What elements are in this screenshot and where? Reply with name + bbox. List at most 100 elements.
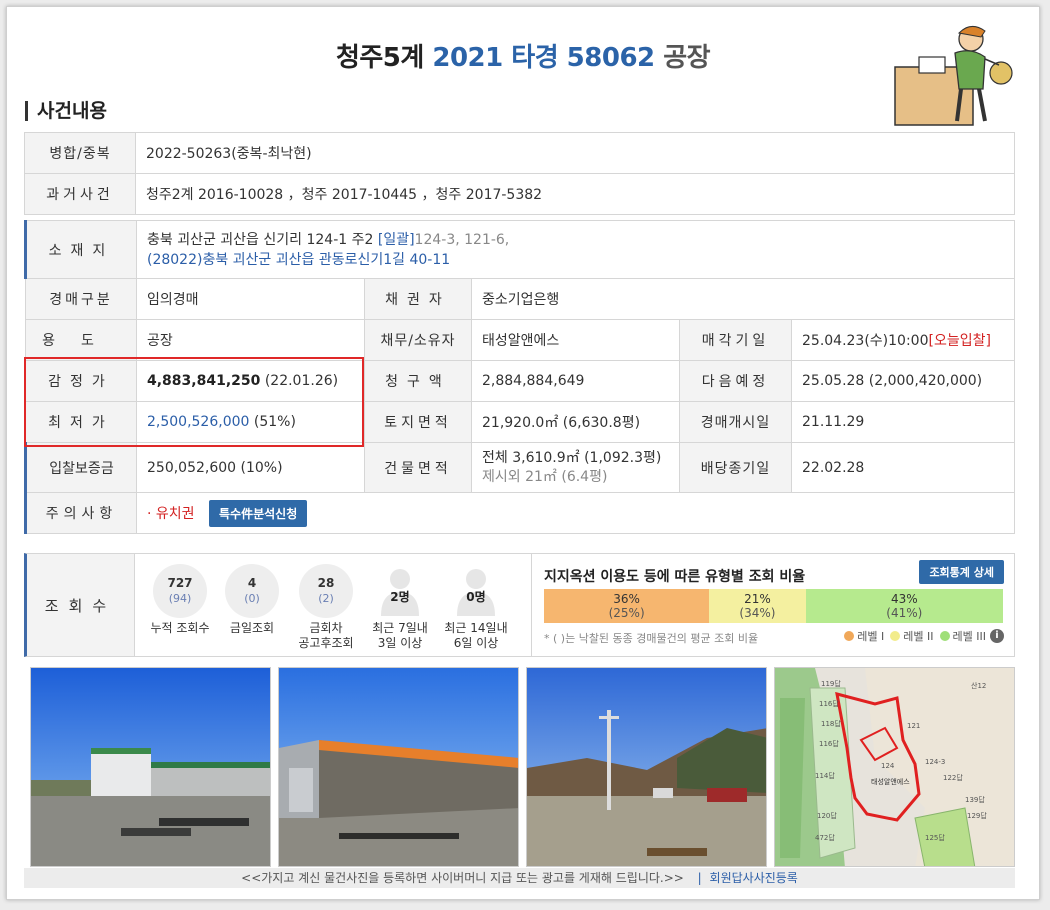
property-map[interactable]: 119답 116답 118답 116답 114답 120답 472답 124 1… bbox=[774, 667, 1015, 867]
dividend-end-label: 배당종기일 bbox=[679, 442, 792, 493]
property-photo-1[interactable] bbox=[30, 667, 271, 867]
court-name: 청주5계 bbox=[335, 43, 424, 73]
land-area-label: 토지면적 bbox=[364, 401, 472, 443]
ratio-bar: 36% (25%) 21% (34%) 43% (41%) bbox=[544, 589, 1003, 623]
map-company-label: 태성알앤에스 bbox=[871, 777, 910, 786]
ratio-segment: 43% (41%) bbox=[805, 589, 1003, 623]
ratio-segment-avg: (34%) bbox=[739, 606, 776, 620]
creditor-label: 채권자 bbox=[364, 278, 472, 320]
ratio-segment-avg: (41%) bbox=[886, 606, 923, 620]
section-title: 사건내용 bbox=[25, 101, 107, 121]
min-price-value: 2,500,526,000 (51%) bbox=[136, 401, 365, 443]
start-date-label: 경매개시일 bbox=[679, 401, 792, 443]
map-lot-label: 122답 bbox=[943, 773, 963, 782]
property-photo-2[interactable] bbox=[278, 667, 519, 867]
stat-7day-users: 2명 최근 7일내 3일 이상 bbox=[365, 564, 435, 651]
claim-value: 2,884,884,649 bbox=[471, 360, 680, 402]
claim-label: 청구액 bbox=[364, 360, 472, 402]
person-icon: 2명 bbox=[373, 564, 427, 618]
map-lot-label: 116답 bbox=[819, 699, 839, 708]
info-icon[interactable]: i bbox=[990, 629, 1004, 643]
appraisal-label: 감정가 bbox=[25, 360, 137, 402]
min-price-amount: 2,500,526,000 bbox=[147, 414, 250, 430]
map-lot-label: 125답 bbox=[925, 833, 945, 842]
table-row: 소재지 충북 괴산군 괴산읍 신기리 124-1 주2 [일괄]124-3, 1… bbox=[24, 220, 1015, 279]
usage-value: 공장 bbox=[136, 319, 365, 361]
map-lot-label: 119답 bbox=[821, 679, 841, 688]
ratio-segment: 21% (34%) bbox=[709, 589, 806, 623]
property-photo-3[interactable] bbox=[526, 667, 767, 867]
debtor-value: 태성알앤에스 bbox=[471, 319, 680, 361]
stat-caption-line1: 금회차 bbox=[309, 621, 343, 635]
creditor-value: 중소기업은행 bbox=[471, 278, 1015, 320]
building-area-value: 전체 3,610.9㎡ (1,092.3평) 제시외 21㎡ (6.4평) bbox=[471, 442, 680, 493]
stat-number: 2명 bbox=[390, 590, 410, 604]
sale-date: 25.04.23(수)10:00 bbox=[802, 333, 929, 349]
stat-sub: (0) bbox=[244, 592, 260, 605]
stat-14day-users: 0명 최근 14일내 6일 이상 bbox=[441, 564, 511, 651]
stat-caption: 최근 14일내 6일 이상 bbox=[441, 621, 511, 651]
lien-note: · 유치권 bbox=[147, 505, 195, 522]
ratio-note: * ( )는 낙찰된 동종 경매물건의 평균 조회 비율 bbox=[544, 632, 759, 645]
map-lot-label: 120답 bbox=[817, 811, 837, 820]
stat-caption: 금회차 공고후조회 bbox=[291, 621, 361, 651]
table-row: 감정가 4,883,841,250 (22.01.26) 청구액 2,884,8… bbox=[25, 360, 1015, 402]
stat-sub: (94) bbox=[168, 592, 192, 605]
deposit-value: 250,052,600 (10%) bbox=[136, 442, 365, 493]
location-line2: (28022)충북 괴산군 괴산읍 관동로신기1길 40-11 bbox=[147, 251, 451, 268]
stat-round-views: 28 (2) 금회차 공고후조회 bbox=[291, 564, 361, 651]
map-lot-label: 129답 bbox=[967, 811, 987, 820]
map-lot-label: 114답 bbox=[815, 771, 835, 780]
location-line1: 충북 괴산군 괴산읍 신기리 124-1 주2 bbox=[147, 231, 374, 248]
next-schedule-value: 25.05.28 (2,000,420,000) bbox=[791, 360, 1015, 402]
building-area-label: 건물면적 bbox=[364, 442, 472, 493]
legend-label: 레벨 III bbox=[952, 630, 986, 643]
photo-caption: <<가지고 계신 물건사진을 등록하면 사이버머니 지급 또는 광고를 게재해 … bbox=[241, 871, 684, 885]
caution-label: 주의사항 bbox=[24, 492, 137, 534]
appraisal-value: 4,883,841,250 (22.01.26) bbox=[136, 360, 365, 402]
start-date-value: 21.11.29 bbox=[791, 401, 1015, 443]
stat-caption-line2: 공고후조회 bbox=[298, 636, 354, 650]
map-lot-label: 116답 bbox=[819, 739, 839, 748]
stat-number: 0명 bbox=[466, 590, 486, 604]
views-label: 조회수 bbox=[27, 554, 135, 656]
map-lot-label: 124 bbox=[881, 762, 895, 770]
stat-number: 28 bbox=[317, 576, 335, 590]
dividend-end-value: 22.02.28 bbox=[791, 442, 1015, 493]
appraisal-amount: 4,883,841,250 bbox=[147, 373, 261, 389]
stat-caption-line1: 최근 14일내 bbox=[444, 621, 508, 635]
register-photo-link[interactable]: 회원답사사진등록 bbox=[710, 871, 798, 885]
stat-caption-line2: 3일 이상 bbox=[377, 636, 423, 650]
sale-date-value: 25.04.23(수)10:00[오늘입찰] bbox=[791, 319, 1015, 361]
ratio-segment-pct: 36% bbox=[613, 592, 640, 606]
stat-circle: 4 (0) bbox=[225, 564, 279, 618]
table-row: 입찰보증금 250,052,600 (10%) 건물면적 전체 3,610.9㎡… bbox=[24, 442, 1015, 493]
case-number: 2021 타경 58062 bbox=[432, 43, 655, 73]
view-stats-detail-button[interactable]: 조회통계 상세 bbox=[919, 560, 1004, 584]
table-row: 최저가 2,500,526,000 (51%) 토지면적 21,920.0㎡ (… bbox=[25, 401, 1015, 443]
stat-sub: (2) bbox=[318, 592, 334, 605]
stat-caption-line1: 최근 7일내 bbox=[372, 621, 428, 635]
building-area-extra: 제시외 21㎡ (6.4평) bbox=[482, 468, 608, 485]
sale-date-label: 매각기일 bbox=[679, 319, 792, 361]
min-price-label: 최저가 bbox=[25, 401, 137, 443]
today-bid-tag: [오늘입찰] bbox=[928, 333, 991, 349]
map-lot-label: 121 bbox=[907, 722, 920, 730]
stat-number: 4 bbox=[247, 576, 257, 590]
special-analysis-button[interactable]: 특수件분석신청 bbox=[209, 499, 308, 527]
land-area-value: 21,920.0㎡ (6,630.8평) bbox=[471, 401, 680, 443]
map-lot-label: 118답 bbox=[821, 719, 841, 728]
past-cases-value: 청주2계 2016-10028 ，청주 2017-10445 ，청주 2017-… bbox=[135, 173, 1015, 215]
ratio-segment: 36% (25%) bbox=[544, 589, 710, 623]
table-row: 과거사건 청주2계 2016-10028 ，청주 2017-10445 ，청주 … bbox=[24, 173, 1015, 215]
caption-divider: | bbox=[697, 871, 702, 885]
map-lot-label: 124-3 bbox=[925, 758, 945, 766]
legend-label: 레벨 I bbox=[857, 630, 885, 643]
stat-circle: 727 (94) bbox=[153, 564, 207, 618]
debtor-label: 채무/소유자 bbox=[364, 319, 472, 361]
min-price-pct: (51%) bbox=[253, 414, 296, 430]
table-row: 병합/중복 2022-50263(중복-최낙현) bbox=[24, 132, 1015, 174]
person-icon: 0명 bbox=[449, 564, 503, 618]
location-value: 충북 괴산군 괴산읍 신기리 124-1 주2 [일괄]124-3, 121-6… bbox=[136, 220, 1015, 279]
bulk-tag-link[interactable]: [일괄] bbox=[378, 232, 415, 248]
